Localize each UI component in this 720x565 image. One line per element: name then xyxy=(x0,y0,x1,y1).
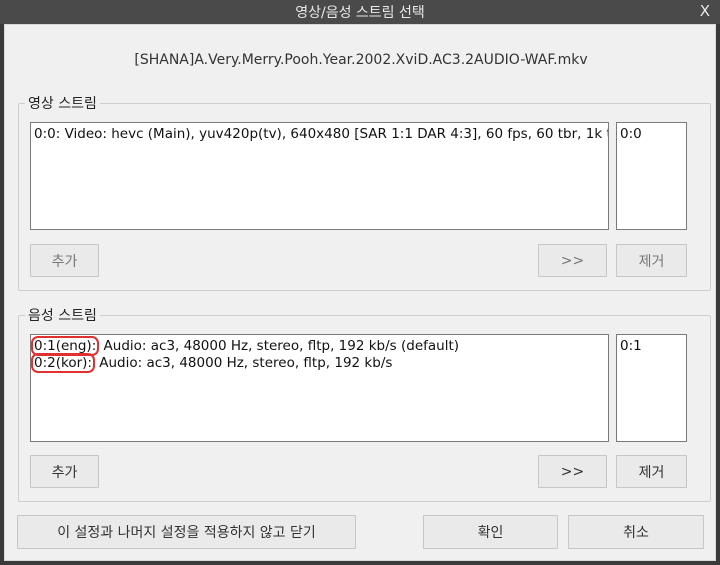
list-item[interactable]: 0:1 xyxy=(620,338,683,355)
video-selected-list[interactable]: 0:0 xyxy=(616,122,687,230)
audio-stream-label: 음성 스트림 xyxy=(25,305,100,325)
stream-desc: Audio: ac3, 48000 Hz, stereo, fltp, 192 … xyxy=(94,355,393,371)
audio-selected-list[interactable]: 0:1 xyxy=(616,334,687,442)
video-add-button[interactable]: 추가 xyxy=(30,244,99,277)
close-without-apply-button[interactable]: 이 설정과 나머지 설정을 적용하지 않고 닫기 xyxy=(17,515,356,549)
stream-id: 0:1(eng): xyxy=(34,338,97,354)
list-item[interactable]: 0:0: Video: hevc (Main), yuv420p(tv), 64… xyxy=(34,126,608,143)
title-bar: 영상/음성 스트림 선택 X xyxy=(0,0,720,24)
file-name: [SHANA]A.Very.Merry.Pooh.Year.2002.XviD.… xyxy=(134,52,588,68)
list-item[interactable]: 0:1(eng): Audio: ac3, 48000 Hz, stereo, … xyxy=(31,336,605,356)
audio-add-button[interactable]: 추가 xyxy=(30,455,99,488)
video-stream-label: 영상 스트림 xyxy=(25,93,100,113)
video-remove-button[interactable]: 제거 xyxy=(616,244,687,277)
window-title: 영상/음성 스트림 선택 xyxy=(295,5,425,21)
stream-desc: Audio: ac3, 48000 Hz, stereo, fltp, 192 … xyxy=(99,338,460,354)
audio-stream-list[interactable]: 0:1(eng): Audio: ac3, 48000 Hz, stereo, … xyxy=(30,334,609,442)
close-icon[interactable]: X xyxy=(700,2,710,20)
cancel-button[interactable]: 취소 xyxy=(568,515,704,549)
stream-id: 0:2(kor): xyxy=(34,355,92,371)
video-move-button[interactable]: >> xyxy=(538,244,607,277)
list-item[interactable]: 0:0 xyxy=(620,126,683,143)
stream-select-dialog: [SHANA]A.Very.Merry.Pooh.Year.2002.XviD.… xyxy=(4,24,716,561)
ok-button[interactable]: 확인 xyxy=(423,515,558,549)
stream-id-highlight: 0:2(kor): xyxy=(31,353,95,373)
video-stream-list[interactable]: 0:0: Video: hevc (Main), yuv420p(tv), 64… xyxy=(30,122,609,230)
audio-move-button[interactable]: >> xyxy=(538,455,607,488)
list-item[interactable]: 0:2(kor): Audio: ac3, 48000 Hz, stereo, … xyxy=(31,353,605,373)
audio-remove-button[interactable]: 제거 xyxy=(616,455,687,488)
